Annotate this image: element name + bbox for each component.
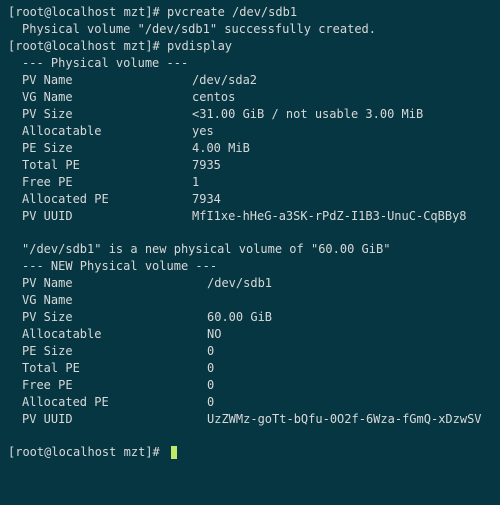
- prompt-line-1: [root@localhost mzt]# pvcreate /dev/sdb1: [8, 4, 492, 21]
- prompt-line-2: [root@localhost mzt]# pvdisplay: [8, 38, 492, 55]
- pvcreate-success-message: Physical volume "/dev/sdb1" successfully…: [8, 21, 492, 38]
- pv-current-label: Total PE: [22, 157, 192, 174]
- pv-new-label: Allocatable: [22, 326, 207, 343]
- pv-new-value: 0: [207, 394, 214, 411]
- pv-new-value: NO: [207, 326, 221, 343]
- pv-current-row: Free PE1: [8, 174, 492, 191]
- pv-current-label: VG Name: [22, 89, 192, 106]
- pv-current-row: Allocated PE7934: [8, 191, 492, 208]
- pv-current-row: Total PE7935: [8, 157, 492, 174]
- pv-new-value: 0: [207, 343, 214, 360]
- pv-current-label: Allocated PE: [22, 191, 192, 208]
- pv-current-row: PV Name/dev/sda2: [8, 72, 492, 89]
- pv-new-label: PV UUID: [22, 411, 207, 428]
- pv-current-label: PV Size: [22, 106, 192, 123]
- pv-current-value: /dev/sda2: [192, 72, 257, 89]
- pv-new-row: VG Name: [8, 292, 492, 309]
- pv-new-label: Total PE: [22, 360, 207, 377]
- pv-current-row: PV UUIDMfI1xe-hHeG-a3SK-rPdZ-I1B3-UnuC-C…: [8, 208, 492, 225]
- pv-new-row: Free PE0: [8, 377, 492, 394]
- pv-new-row: Allocated PE0: [8, 394, 492, 411]
- pv-current-label: PE Size: [22, 140, 192, 157]
- pv-new-value: UzZWMz-goTt-bQfu-0O2f-6Wza-fGmQ-xDzwSV: [207, 411, 482, 428]
- prompt-bracket-open: [: [8, 444, 15, 461]
- prompt-cwd: mzt: [124, 38, 146, 55]
- command-pvdisplay: pvdisplay: [167, 38, 232, 55]
- pv-new-label: Free PE: [22, 377, 207, 394]
- prompt-user-host: root@localhost: [15, 444, 116, 461]
- pv-current-label: PV Name: [22, 72, 192, 89]
- prompt-user-host: root@localhost: [15, 4, 116, 21]
- pv-new-value: /dev/sdb1: [207, 275, 272, 292]
- pv-new-row: Total PE0: [8, 360, 492, 377]
- pv-current-row: VG Namecentos: [8, 89, 492, 106]
- pv-current-value: 1: [192, 174, 199, 191]
- prompt-bracket-close: ]#: [145, 4, 167, 21]
- pv-current-value: 7935: [192, 157, 221, 174]
- pv-new-row: PV Size60.00 GiB: [8, 309, 492, 326]
- pv-new-value: 60.00 GiB: [207, 309, 272, 326]
- pv-new-row: AllocatableNO: [8, 326, 492, 343]
- pv-current-value: 7934: [192, 191, 221, 208]
- prompt-line-3[interactable]: [root@localhost mzt]#: [8, 444, 492, 461]
- pv-new-value: 0: [207, 360, 214, 377]
- pv-new-label: PV Name: [22, 275, 207, 292]
- pv-new-label: PE Size: [22, 343, 207, 360]
- pv-current-value: 4.00 MiB: [192, 140, 250, 157]
- terminal-cursor[interactable]: [171, 446, 177, 459]
- pv-current-value: yes: [192, 123, 214, 140]
- pv-new-header: --- NEW Physical volume ---: [8, 258, 492, 275]
- pv-current-label: Free PE: [22, 174, 192, 191]
- pv-current-label: Allocatable: [22, 123, 192, 140]
- prompt-bracket-close: ]#: [145, 444, 167, 461]
- prompt-bracket-open: [: [8, 4, 15, 21]
- pv-new-row: PE Size0: [8, 343, 492, 360]
- prompt-bracket-close: ]#: [145, 38, 167, 55]
- pv-new-label: Allocated PE: [22, 394, 207, 411]
- pv-current-label: PV UUID: [22, 208, 192, 225]
- pv-current-value: MfI1xe-hHeG-a3SK-rPdZ-I1B3-UnuC-CqBBy8: [192, 208, 467, 225]
- command-pvcreate: pvcreate /dev/sdb1: [167, 4, 297, 21]
- pv-current-row: PE Size4.00 MiB: [8, 140, 492, 157]
- pv-new-row: PV UUIDUzZWMz-goTt-bQfu-0O2f-6Wza-fGmQ-x…: [8, 411, 492, 428]
- prompt-bracket-open: [: [8, 38, 15, 55]
- pv-new-row: PV Name/dev/sdb1: [8, 275, 492, 292]
- pv-current-row: PV Size<31.00 GiB / not usable 3.00 MiB: [8, 106, 492, 123]
- pv-new-label: VG Name: [22, 292, 207, 309]
- new-pv-message: "/dev/sdb1" is a new physical volume of …: [8, 241, 492, 258]
- pv-new-value: 0: [207, 377, 214, 394]
- prompt-cwd: mzt: [124, 444, 146, 461]
- pv-current-value: centos: [192, 89, 235, 106]
- pv-current-value: <31.00 GiB / not usable 3.00 MiB: [192, 106, 423, 123]
- pv-new-label: PV Size: [22, 309, 207, 326]
- pv-current-header: --- Physical volume ---: [8, 55, 492, 72]
- prompt-cwd: mzt: [124, 4, 146, 21]
- pv-current-row: Allocatableyes: [8, 123, 492, 140]
- prompt-user-host: root@localhost: [15, 38, 116, 55]
